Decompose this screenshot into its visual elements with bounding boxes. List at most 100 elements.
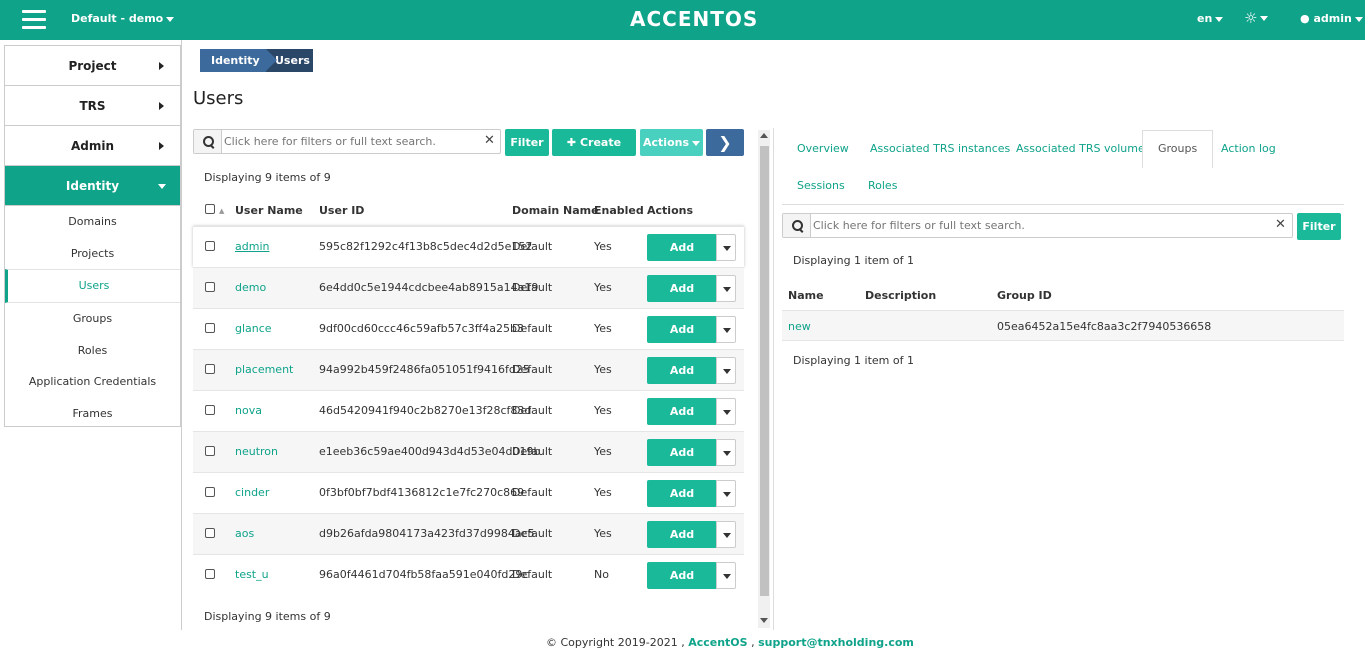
- row-actions-dropdown[interactable]: [716, 480, 736, 507]
- sidebar-group-project[interactable]: Project: [5, 46, 180, 86]
- create-user-button[interactable]: ✚ Create User: [552, 129, 636, 176]
- sidebar-item-frames[interactable]: Frames: [5, 398, 180, 430]
- close-icon[interactable]: ✕: [484, 133, 495, 148]
- user-name-link[interactable]: glance: [235, 322, 272, 335]
- add-frames-button[interactable]: Add Frames: [647, 480, 717, 527]
- sidebar-item-domains[interactable]: Domains: [5, 206, 180, 238]
- scroll-down-icon[interactable]: [760, 618, 768, 623]
- user-name-link[interactable]: aos: [235, 527, 254, 540]
- user-name-link[interactable]: admin: [235, 240, 269, 253]
- row-actions-dropdown[interactable]: [716, 398, 736, 425]
- user-name-link[interactable]: neutron: [235, 445, 278, 458]
- language-selector[interactable]: en: [1197, 12, 1224, 25]
- column-header-description[interactable]: Description: [865, 289, 936, 302]
- row-checkbox[interactable]: [205, 405, 215, 418]
- user-name-link[interactable]: cinder: [235, 486, 269, 499]
- checkbox[interactable]: [205, 241, 215, 251]
- sort-icon[interactable]: ▲: [219, 207, 224, 215]
- checkbox[interactable]: [205, 487, 215, 497]
- tab-associated-trs-instances[interactable]: Associated TRS instances: [870, 142, 1010, 155]
- support-email-link[interactable]: support@tnxholding.com: [758, 636, 914, 649]
- sidebar-item-users[interactable]: Users: [5, 269, 180, 303]
- add-frames-button[interactable]: Add Frames: [647, 439, 717, 486]
- sidebar-item-roles[interactable]: Roles: [5, 335, 180, 367]
- checkbox[interactable]: [205, 528, 215, 538]
- tab-associated-trs-volumes[interactable]: Associated TRS volumes: [1016, 142, 1150, 155]
- user-name-link[interactable]: test_u: [235, 568, 269, 581]
- add-frames-button[interactable]: Add Frames: [647, 275, 717, 322]
- sidebar-item-application-credentials[interactable]: Application Credentials: [5, 366, 180, 398]
- user-name-link[interactable]: nova: [235, 404, 262, 417]
- table-row: nova 46d5420941f940c2b8270e13f28cf83d Defa…: [193, 390, 744, 445]
- user-menu[interactable]: ● admin: [1300, 12, 1363, 25]
- sidebar-item-projects[interactable]: Projects: [5, 238, 180, 270]
- tab-action-log[interactable]: Action log: [1221, 142, 1276, 155]
- table-row: demo 6e4dd0c5e1944cdcbee4ab8915a14a19 Defa…: [193, 267, 744, 322]
- column-header-enabled[interactable]: Enabled: [594, 204, 644, 217]
- checkbox[interactable]: [205, 405, 215, 415]
- checkbox[interactable]: [205, 323, 215, 333]
- add-frames-button[interactable]: Add Frames: [647, 562, 717, 609]
- add-frames-button[interactable]: Add Frames: [647, 357, 717, 404]
- domain-name: Default: [512, 486, 553, 499]
- row-actions-dropdown[interactable]: [716, 234, 736, 261]
- sidebar-group-identity[interactable]: Identity: [5, 166, 180, 206]
- row-checkbox[interactable]: [205, 569, 215, 582]
- checkbox[interactable]: [205, 364, 215, 374]
- column-header-user-name[interactable]: User Name: [235, 204, 303, 217]
- row-actions-dropdown[interactable]: [716, 357, 736, 384]
- column-header-user-id[interactable]: User ID: [319, 204, 364, 217]
- tab-sessions[interactable]: Sessions: [797, 179, 845, 192]
- checkbox[interactable]: [205, 569, 215, 579]
- actions-button[interactable]: Actions: [640, 129, 703, 156]
- checkbox[interactable]: [205, 446, 215, 456]
- row-actions-dropdown[interactable]: [716, 439, 736, 466]
- row-checkbox[interactable]: [205, 446, 215, 459]
- sidebar-item-groups[interactable]: Groups: [5, 303, 180, 335]
- add-frames-button[interactable]: Add Frames: [647, 521, 717, 568]
- row-checkbox[interactable]: [205, 487, 215, 500]
- checkbox[interactable]: [205, 282, 215, 292]
- checkbox[interactable]: [205, 204, 215, 214]
- users-search-input[interactable]: [224, 132, 474, 151]
- group-name-link[interactable]: new: [788, 320, 811, 333]
- top-navbar: Default - demo ACCENTOS en ☼ ● admin: [0, 0, 1365, 40]
- row-checkbox[interactable]: [205, 241, 215, 254]
- row-checkbox[interactable]: [205, 323, 215, 336]
- row-checkbox[interactable]: [205, 282, 215, 295]
- filter-button[interactable]: Filter: [505, 129, 549, 156]
- groups-search-input[interactable]: [813, 216, 1263, 235]
- scroll-up-icon[interactable]: [760, 133, 768, 138]
- add-frames-button[interactable]: Add Frames: [647, 316, 717, 363]
- sidebar-group-label: Project: [68, 59, 117, 73]
- tab-overview[interactable]: Overview: [797, 142, 849, 155]
- row-actions-dropdown[interactable]: [716, 316, 736, 343]
- row-actions-dropdown[interactable]: [716, 275, 736, 302]
- row-actions-dropdown[interactable]: [716, 562, 736, 589]
- brand-link[interactable]: AccentOS: [688, 636, 747, 649]
- row-checkbox[interactable]: [205, 364, 215, 377]
- project-selector[interactable]: Default - demo: [71, 12, 175, 25]
- sidebar-group-admin[interactable]: Admin: [5, 126, 180, 166]
- groups-search-field: ✕: [782, 213, 1293, 238]
- add-frames-button[interactable]: Add Frames: [647, 234, 717, 281]
- user-name-link[interactable]: placement: [235, 363, 293, 376]
- expand-button[interactable]: ❯: [706, 129, 744, 156]
- column-header-domain-name[interactable]: Domain Name: [512, 204, 599, 217]
- breadcrumb-identity[interactable]: Identity: [200, 49, 277, 72]
- user-name-link[interactable]: demo: [235, 281, 266, 294]
- column-header-group-id[interactable]: Group ID: [997, 289, 1052, 302]
- row-checkbox[interactable]: [205, 528, 215, 541]
- menu-icon[interactable]: [22, 10, 46, 30]
- close-icon[interactable]: ✕: [1275, 217, 1286, 232]
- groups-filter-button[interactable]: Filter: [1297, 213, 1341, 240]
- column-header-name[interactable]: Name: [788, 289, 824, 302]
- select-all-checkbox[interactable]: [205, 204, 215, 217]
- row-actions-dropdown[interactable]: [716, 521, 736, 548]
- settings-menu[interactable]: ☼: [1244, 9, 1269, 27]
- tab-groups[interactable]: Groups: [1142, 130, 1214, 168]
- tab-roles[interactable]: Roles: [868, 179, 897, 192]
- scrollbar-thumb[interactable]: [760, 146, 769, 596]
- add-frames-button[interactable]: Add Frames: [647, 398, 717, 445]
- sidebar-group-trs[interactable]: TRS: [5, 86, 180, 126]
